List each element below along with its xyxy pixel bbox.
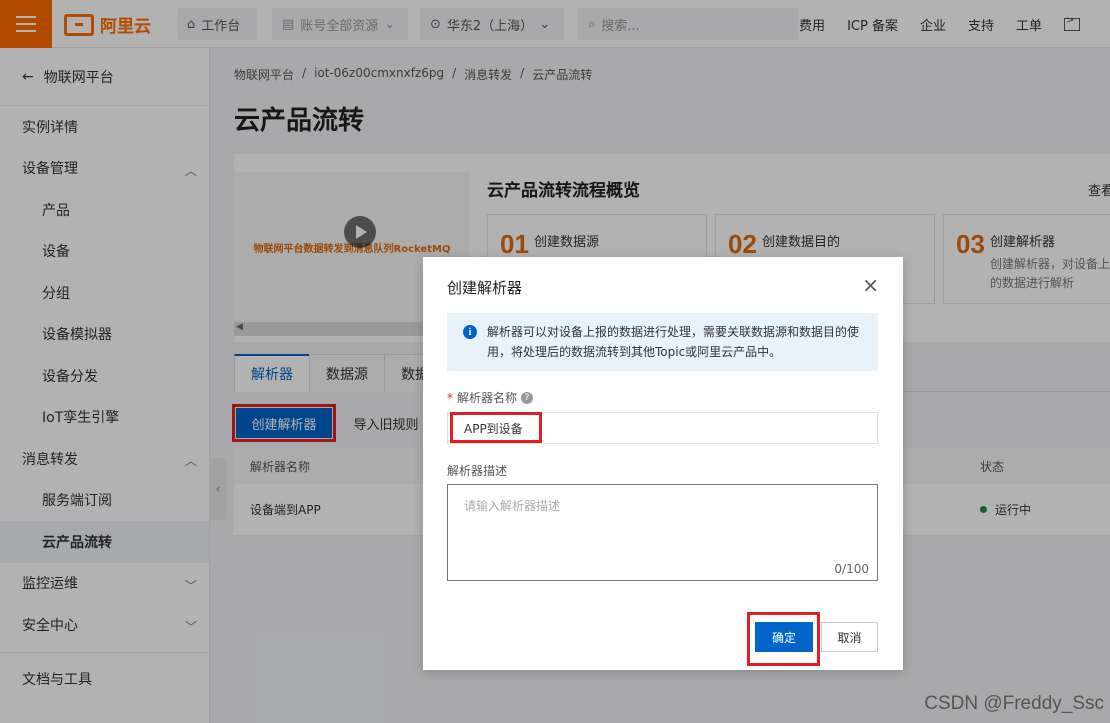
name-field-label: * 解析器名称 ? bbox=[447, 389, 534, 406]
info-text: 解析器可以对设备上报的数据进行处理，需要关联数据源和数据目的使用，将处理后的数据… bbox=[487, 325, 860, 359]
desc-label-text: 解析器描述 bbox=[447, 464, 508, 478]
help-icon[interactable]: ? bbox=[521, 391, 534, 404]
desc-placeholder: 请输入解析器描述 bbox=[464, 499, 561, 513]
confirm-button[interactable]: 确定 bbox=[755, 622, 813, 652]
info-box: i 解析器可以对设备上报的数据进行处理，需要关联数据源和数据目的使用，将处理后的… bbox=[447, 313, 878, 371]
close-icon[interactable]: × bbox=[862, 275, 879, 295]
required-mark: * bbox=[447, 390, 453, 405]
watermark: CSDN @Freddy_Ssc bbox=[924, 693, 1104, 714]
info-icon: i bbox=[463, 325, 477, 339]
dialog-title: 创建解析器 bbox=[447, 279, 523, 297]
desc-field-label: 解析器描述 bbox=[447, 462, 507, 479]
create-parser-dialog: 创建解析器 × i 解析器可以对设备上报的数据进行处理，需要关联数据源和数据目的… bbox=[423, 257, 903, 670]
name-label-text: 解析器名称 bbox=[457, 391, 518, 405]
highlight-box bbox=[450, 412, 542, 443]
char-counter: 0/100 bbox=[834, 562, 869, 576]
cancel-button[interactable]: 取消 bbox=[821, 622, 878, 652]
parser-description-textarea[interactable]: 请输入解析器描述 0/100 bbox=[447, 484, 878, 581]
